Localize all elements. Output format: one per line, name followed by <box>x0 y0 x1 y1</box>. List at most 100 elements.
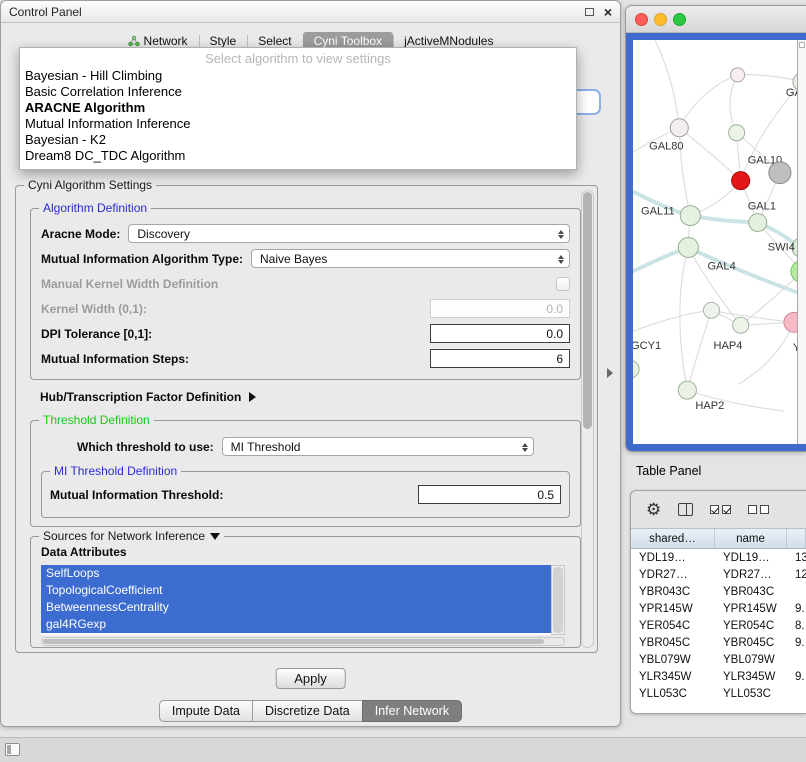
network-node-label: HAP4 <box>713 340 742 352</box>
zoom-traffic-light-icon[interactable] <box>673 13 686 26</box>
algorithm-option[interactable]: Bayesian - Hill Climbing <box>20 68 576 84</box>
attribute-hscrollbar[interactable] <box>41 637 565 646</box>
expand-icon <box>249 392 256 402</box>
mi-steps-input[interactable] <box>430 349 570 368</box>
cell-name: YDR27… <box>715 566 787 583</box>
dpi-tolerance-label: DPI Tolerance [0,1]: <box>41 327 152 341</box>
tab-label: Network <box>144 34 188 48</box>
columns-icon[interactable] <box>678 503 693 516</box>
network-node[interactable] <box>633 360 639 378</box>
network-scrollbar[interactable] <box>797 40 806 444</box>
table-row[interactable]: YDL19… YDL19… 13 <box>631 549 806 566</box>
minimize-traffic-light-icon[interactable] <box>654 13 667 26</box>
tab-infer-network[interactable]: Infer Network <box>362 700 462 722</box>
network-node-label: GCY1 <box>633 340 661 352</box>
table-row[interactable]: YLL053C YLL053C <box>631 685 806 702</box>
hub-definition-toggle[interactable]: Hub/Transcription Factor Definition <box>40 390 256 404</box>
network-node[interactable] <box>732 172 750 190</box>
sources-legend[interactable]: Sources for Network Inference <box>39 529 224 543</box>
column-header-name[interactable]: name <box>715 529 787 548</box>
algorithm-placeholder: Select algorithm to view settings <box>20 50 576 68</box>
table-row[interactable]: YDR27… YDR27… 12 <box>631 566 806 583</box>
table-row[interactable]: YBR043C YBR043C <box>631 583 806 600</box>
network-node[interactable] <box>729 125 745 141</box>
network-node[interactable] <box>678 238 698 258</box>
attribute-scrollbar[interactable] <box>551 565 565 635</box>
mi-threshold-label: Mutual Information Threshold: <box>50 488 223 502</box>
mi-type-row: Mutual Information Algorithm Type: Naive… <box>41 246 570 271</box>
manual-kernel-label: Manual Kernel Width Definition <box>41 277 218 291</box>
column-header-shared[interactable]: shared… <box>631 529 715 548</box>
network-canvas[interactable]: GAL80GALGAL10GAL11GAL1SWI4GAL4GCY1HAP4HA… <box>633 40 797 444</box>
footer-strip <box>0 737 806 762</box>
algorithm-list: Bayesian - Hill ClimbingBasic Correlatio… <box>20 68 576 164</box>
select-arrows-icon <box>558 252 564 267</box>
sources-group: Sources for Network Inference Data Attri… <box>30 536 581 648</box>
network-node[interactable] <box>678 381 696 399</box>
panel-toggle-icon[interactable] <box>5 743 20 756</box>
table-row[interactable]: YBL079W YBL079W <box>631 651 806 668</box>
settings-scrollbar[interactable] <box>581 190 594 648</box>
manual-kernel-checkbox[interactable] <box>556 277 570 291</box>
which-threshold-select[interactable]: MI Threshold <box>222 437 534 456</box>
float-window-icon[interactable] <box>585 8 594 16</box>
mi-type-select[interactable]: Naive Bayes <box>251 249 570 268</box>
scrollbar-thumb[interactable] <box>583 192 592 429</box>
attribute-option[interactable]: TopologicalCoefficient <box>41 582 551 599</box>
which-threshold-label: Which threshold to use: <box>77 440 214 454</box>
attribute-option[interactable]: gal4RGexp <box>41 616 551 633</box>
algorithm-option[interactable]: Bayesian - K2 <box>20 132 576 148</box>
select-all-icon[interactable] <box>710 505 731 514</box>
cell-shared-name: YER054C <box>631 617 715 634</box>
data-attributes-label: Data Attributes <box>41 545 127 559</box>
gear-icon[interactable]: ⚙ <box>646 501 661 518</box>
attribute-listbox[interactable]: SelfLoopsTopologicalCoefficientBetweenne… <box>41 565 565 635</box>
apply-button[interactable]: Apply <box>275 668 346 689</box>
table-row[interactable]: YER054C YER054C 8. <box>631 617 806 634</box>
table-row[interactable]: YPR145W YPR145W 9. <box>631 600 806 617</box>
threshold-group: Threshold Definition Which threshold to … <box>30 420 581 527</box>
attribute-option[interactable]: BetweennessCentrality <box>41 599 551 616</box>
network-node[interactable] <box>749 214 767 232</box>
algorithm-option[interactable]: Basic Correlation Inference <box>20 84 576 100</box>
column-header-extra[interactable] <box>787 529 806 548</box>
network-node[interactable] <box>731 68 745 82</box>
mi-type-label: Mutual Information Algorithm Type: <box>41 252 243 266</box>
network-node[interactable] <box>703 302 719 318</box>
cell-shared-name: YPR145W <box>631 600 715 617</box>
splitter-handle[interactable] <box>607 368 613 378</box>
table-panel-window: ⚙ shared… name YDL19… YDL19… 13 YDR27… Y… <box>630 490 806 714</box>
network-node[interactable] <box>733 317 749 333</box>
collapse-icon <box>210 533 220 540</box>
deselect-all-icon[interactable] <box>748 505 769 514</box>
scrollbar-thumb[interactable] <box>553 567 563 633</box>
mi-threshold-input[interactable] <box>418 485 561 504</box>
cell-extra <box>787 651 806 668</box>
hub-definition-label: Hub/Transcription Factor Definition <box>40 390 241 404</box>
table-row[interactable]: YBR045C YBR045C 9. <box>631 634 806 651</box>
tab-discretize-data[interactable]: Discretize Data <box>252 700 363 722</box>
attribute-option[interactable]: SelfLoops <box>41 565 551 582</box>
algorithm-popup: Select algorithm to view settings Bayesi… <box>19 47 577 170</box>
network-node[interactable] <box>670 119 688 137</box>
dpi-tolerance-input[interactable] <box>430 324 570 343</box>
aracne-mode-select[interactable]: Discovery <box>128 224 570 243</box>
close-icon[interactable]: × <box>604 5 612 19</box>
kernel-width-input[interactable] <box>430 299 570 318</box>
scroll-button[interactable] <box>799 42 805 48</box>
close-traffic-light-icon[interactable] <box>635 13 648 26</box>
cell-name: YLR345W <box>715 668 787 685</box>
table-row[interactable]: YLR345W YLR345W 9. <box>631 668 806 685</box>
tab-label: Cyni Toolbox <box>314 34 382 48</box>
mi-steps-row: Mutual Information Steps: <box>41 346 570 371</box>
algorithm-option[interactable]: Mutual Information Inference <box>20 116 576 132</box>
network-icon <box>128 35 140 47</box>
network-node[interactable] <box>680 206 700 226</box>
algorithm-option[interactable]: ARACNE Algorithm <box>20 100 576 116</box>
dpi-tolerance-row: DPI Tolerance [0,1]: <box>41 321 570 346</box>
network-node[interactable] <box>769 162 791 184</box>
scrollbar-thumb[interactable] <box>43 639 544 644</box>
tab-impute-data[interactable]: Impute Data <box>159 700 253 722</box>
network-node[interactable] <box>784 312 797 332</box>
algorithm-option[interactable]: Dream8 DC_TDC Algorithm <box>20 148 576 164</box>
